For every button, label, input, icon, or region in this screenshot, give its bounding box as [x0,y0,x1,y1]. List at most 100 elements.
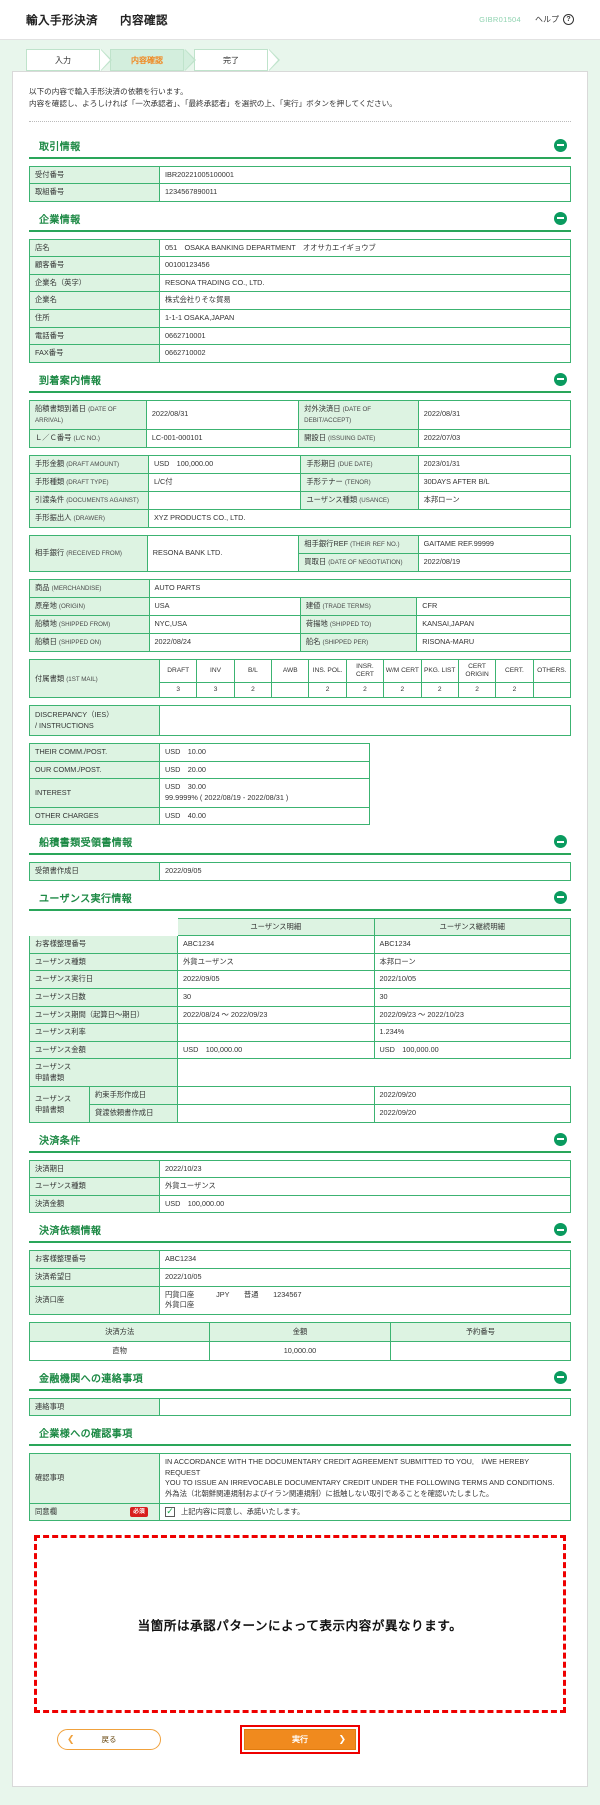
collapse-minus-icon[interactable] [554,1223,567,1237]
back-button[interactable]: ❮ 戻る [57,1729,161,1751]
row-value: 30DAYS AFTER B/L [417,472,572,492]
row-value-col2: 1.234% [373,1023,571,1042]
company-confirm-table: 確認事項 IN ACCORDANCE WITH THE DOCUMENTARY … [29,1453,571,1522]
label-jp: 船積日 [35,636,57,646]
row-label: 確認事項 [29,1453,160,1504]
charges-table: THEIR COMM./POST. USD 10.00 OUR COMM./PO… [29,743,371,826]
table-row: ユーザンス 申請書類 約束手形作成日 2022/09/20 [29,1086,571,1123]
label-jp: 手形テナー [306,476,343,486]
row-label: THEIR COMM./POST. [29,743,160,762]
row-label: 決済希望日 [29,1267,160,1287]
row-label: 顧客番号 [29,256,160,275]
table-row: 引渡条件 (DOCUMENTS AGAINST) ユーザンス種類 (USANCE… [29,490,572,510]
execute-button-highlight: 実行 ❯ [240,1725,360,1755]
row-value: 株式会社りそな貿易 [159,291,571,310]
row-label: 船積書類到着日 (DATE OF ARRIVAL) [29,399,147,430]
row-value-col1: 2022/08/24 ～ 2022/09/23 [177,1005,375,1025]
help-label: ヘルプ [535,15,559,24]
table-row: 店名 051 OSAKA BANKING DEPARTMENT オオサカエイギョウ… [29,238,571,258]
row-value: RESONA TRADING CO., LTD. [159,273,571,293]
label-en: (TENOR) [344,478,371,486]
row-value: ABC1234 [159,1250,571,1269]
section-title: 取引情報 [39,141,81,153]
step-confirm[interactable]: 内容確認 [110,49,196,71]
table-row: 付属書類 (1ST MAIL) DRAFT INV B/L AWB INS. P… [29,658,572,699]
docs-value: 2 [457,681,497,699]
section-company-confirm: 企業様への確認事項 確認事項 IN ACCORDANCE WITH THE DO… [29,1423,571,1522]
row-value: GAITAME REF.99999 [417,534,572,554]
row-value-col1: 2022/09/05 [177,970,375,990]
row-value [147,490,302,510]
label-jp: 船名 [305,636,321,646]
table-row: 決済希望日 2022/10/05 [29,1267,571,1287]
collapse-minus-icon[interactable] [554,890,567,904]
label-jp: 荷揚地 [305,618,328,628]
collapse-minus-icon[interactable] [554,211,567,225]
section-rule [29,229,571,232]
table-row: 船積地 (SHIPPED FROM) NYC,USA 荷揚地 (SHIPPED … [29,614,571,634]
row-label: 連絡事項 [29,1397,160,1417]
label-en: (DRAFT AMOUNT) [66,460,120,468]
bank-message-table: 連絡事項 [29,1397,571,1417]
agree-label: 同意欄 [35,1506,57,1516]
row-label: 手形テナー (TENOR) [300,472,419,492]
table-row: 受付番号 IBR20221005100001 [29,165,571,185]
label-jp: 船積地 [35,618,57,628]
collapse-minus-icon[interactable] [554,138,567,152]
execute-button[interactable]: 実行 ❯ [244,1729,356,1751]
docs-value: 2 [420,681,459,699]
row-label: 企業名（英字） [29,273,160,293]
table-row: 手形種類 (DRAFT TYPE) L/C付 手形テナー (TENOR) 30D… [29,472,572,492]
section-title: 金融機関への連絡事項 [39,1373,143,1385]
row-value: USD 100,000.00 [147,454,302,474]
table-row: OUR COMM./POST. USD 20.00 [29,760,371,780]
group-label-line1: ユーザンス [35,1093,72,1103]
row-value: 00100123456 [159,256,571,275]
row-value: 2022/08/19 [417,552,572,572]
approval-pattern-notice: 当箇所は承認パターンによって表示内容が異なります。 [34,1535,566,1714]
section-rule [29,1150,571,1153]
row-label: OUR COMM./POST. [29,760,160,780]
row-label: 商品 (MERCHANDISE) [29,578,150,598]
row-value: LC-001-000101 [145,428,300,448]
collapse-minus-icon[interactable] [554,372,567,386]
table-row: 手形金額 (DRAFT AMOUNT) USD 100,000.00 手形期日 … [29,454,572,474]
row-value: RISONA-MARU [416,632,571,652]
row-value: 2022/09/05 [159,862,571,881]
row-value: 2022/08/24 [148,632,301,652]
table-row: DISCREPANCY（IES） / INSTRUCTIONS [29,705,571,737]
collapse-minus-icon[interactable] [554,1132,567,1146]
step-input[interactable]: 入力 [26,49,112,71]
agree-checkbox-row[interactable]: ✓ 上記内容に同意し、承諾いたします。 [165,1507,565,1518]
row-value: NYC,USA [148,614,301,634]
label-en: (1ST MAIL) [66,675,98,683]
table-row: 企業名（英字） RESONA TRADING CO., LTD. [29,273,571,293]
table-row: 相手銀行 (RECEIVED FROM) RESONA BANK LTD. 相手… [29,534,572,572]
payment-method-table: 決済方法 金額 予約番号 直物 10,000.00 [28,1321,572,1361]
section-header: 決済依頼情報 [29,1220,571,1240]
content-card: 以下の内容で輸入手形決済の依頼を行います。 内容を確認し、よろしければ「一次承認… [12,71,588,1788]
breadcrumb-steps: 入力 内容確認 完了 [26,49,600,71]
row-label: 電話番号 [29,326,160,346]
row-label: 船名 (SHIPPED PER) [299,632,418,652]
stepbar-wrap: 入力 内容確認 完了 [0,40,600,71]
collapse-minus-icon[interactable] [554,1370,567,1384]
arrival-block1-table: 船積書類到着日 (DATE OF ARRIVAL) 2022/08/31 対外決… [29,399,572,448]
row-value: 円貨口座 JPY 普通 1234567 外貨口座 [159,1285,571,1315]
help-link[interactable]: ヘルプ ? [535,14,574,25]
settlement-terms-table: 決済期日 2022/10/23 ユーザンス種類 外貨ユーザンス 決済金額 USD 10… [29,1159,571,1214]
row-value: USD 30.00 99.9999% ( 2022/08/19 - 2022/0… [158,778,371,808]
collapse-minus-icon[interactable] [554,835,567,849]
label-en: (DOCUMENTS AGAINST) [66,496,139,504]
table-row: 電話番号 0662710001 [29,326,571,346]
row-label: お客様整理番号 [29,935,178,954]
table-row: 住所 1-1-1 OSAKA,JAPAN [29,309,571,328]
row-label: 船積日 (SHIPPED ON) [29,632,150,652]
step-complete[interactable]: 完了 [194,49,280,71]
row-label: お客様整理番号 [29,1250,160,1269]
label-jp: 建値 [305,600,321,610]
section-settlement-terms: 決済条件 決済期日 2022/10/23 ユーザンス種類 外貨ユーザンス 決済金額 U… [29,1130,571,1214]
col-header-amount: 金額 [209,1321,391,1342]
agree-checkbox[interactable]: ✓ [165,1506,175,1517]
table-row: ユーザンス日数 30 30 [29,988,571,1007]
